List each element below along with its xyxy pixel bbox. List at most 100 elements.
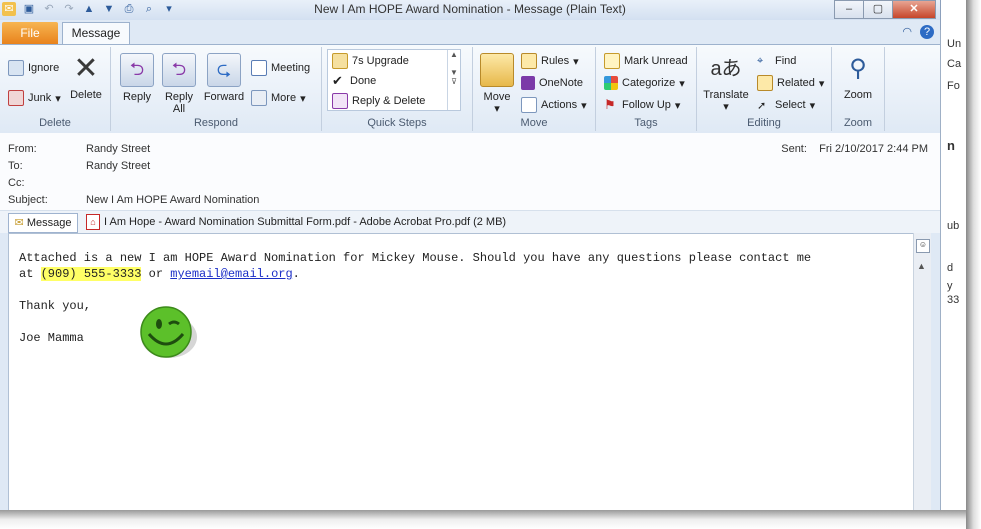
zoom-button[interactable]: ⚲ Zoom bbox=[838, 53, 878, 101]
reply-all-button[interactable]: ⮌ Reply All bbox=[161, 53, 197, 115]
binoculars-icon: ⌖ bbox=[757, 54, 764, 67]
ribbon-tabs: File Message ◠ ? bbox=[0, 20, 940, 45]
winking-smiley-icon bbox=[140, 306, 197, 358]
select-label: Select bbox=[775, 99, 806, 111]
move-button[interactable]: Move ▾ bbox=[479, 53, 515, 115]
reply-button[interactable]: ⮌ Reply bbox=[119, 53, 155, 103]
background-text: Un bbox=[947, 38, 962, 50]
background-text: n bbox=[947, 138, 955, 153]
message-tab-label: Message bbox=[26, 217, 72, 229]
junk-label: Junk bbox=[28, 92, 52, 104]
background-text: Ca bbox=[947, 58, 962, 70]
help-icon[interactable]: ? bbox=[920, 25, 934, 39]
editing-group-label: Editing bbox=[747, 117, 781, 129]
vertical-scrollbar[interactable]: ☺ ▲ bbox=[913, 233, 931, 510]
chevron-down-icon: ▾ bbox=[818, 77, 825, 90]
scroll-up-icon[interactable]: ▲ bbox=[917, 261, 926, 271]
forward-button[interactable]: ⮎ Forward bbox=[201, 53, 247, 103]
chevron-down-icon: ▾ bbox=[674, 99, 681, 112]
reply-icon: ⮌ bbox=[120, 53, 154, 87]
cursor-icon: ➚ bbox=[757, 99, 767, 112]
meeting-button[interactable]: Meeting bbox=[251, 59, 310, 77]
select-button[interactable]: ➚ Select ▾ bbox=[757, 96, 815, 114]
rules-label: Rules bbox=[541, 55, 570, 67]
rules-button[interactable]: Rules ▾ bbox=[521, 52, 579, 70]
respond-group-label: Respond bbox=[193, 117, 239, 129]
reply-all-label-1: Reply bbox=[164, 91, 194, 103]
body-period: . bbox=[292, 267, 300, 281]
delete-button[interactable]: ✕ Delete bbox=[66, 53, 106, 102]
minimize-ribbon-icon[interactable]: ◠ bbox=[902, 25, 912, 39]
people-pane-icon[interactable]: ☺ bbox=[916, 239, 930, 253]
reply-all-label-2: All bbox=[172, 103, 186, 115]
chevron-down-icon: ▾ bbox=[679, 77, 685, 90]
chevron-down-icon: ▾ bbox=[723, 101, 729, 113]
delete-group: Ignore Junk ▾ ✕ Delete Delete bbox=[0, 47, 111, 131]
quick-steps-scroll[interactable]: ▲ ▼ ⊽ bbox=[447, 50, 460, 110]
follow-up-button[interactable]: ⚑ Follow Up ▾ bbox=[604, 96, 680, 114]
pdf-attachment[interactable]: ⌂ I Am Hope - Award Nomination Submittal… bbox=[86, 214, 506, 230]
ignore-button[interactable]: Ignore bbox=[8, 59, 59, 77]
from-value[interactable]: Randy Street bbox=[86, 143, 150, 155]
related-label: Related bbox=[777, 77, 815, 89]
chevron-down-icon: ▾ bbox=[581, 99, 587, 112]
actions-label: Actions bbox=[541, 99, 578, 111]
move-group: Move ▾ Rules ▾ OneNote Actions ▾ Move bbox=[473, 47, 596, 131]
junk-button[interactable]: Junk ▾ bbox=[8, 89, 61, 107]
more-button[interactable]: More ▾ bbox=[251, 89, 306, 107]
tags-group-label: Tags bbox=[634, 117, 658, 129]
chevron-down-icon: ▾ bbox=[573, 55, 579, 68]
window-shadow-bottom bbox=[0, 510, 966, 529]
more-label: More bbox=[271, 92, 297, 104]
body-line-2: at (909) 555-3333 or myemail@email.org. bbox=[19, 266, 904, 282]
translate-button[interactable]: aあ Translate ▾ bbox=[701, 53, 751, 113]
find-button[interactable]: ⌖ Find bbox=[757, 52, 796, 70]
zoom-label: Zoom bbox=[843, 89, 873, 101]
chevron-down-icon: ▾ bbox=[55, 92, 61, 105]
move-group-label: Move bbox=[520, 117, 548, 129]
body-at: at bbox=[19, 267, 41, 281]
onenote-button[interactable]: OneNote bbox=[521, 74, 583, 92]
tab-file[interactable]: File bbox=[2, 22, 58, 44]
envelope-icon: ✉ bbox=[14, 217, 24, 229]
chevron-down-icon: ▾ bbox=[809, 99, 816, 112]
background-text: Fo bbox=[947, 80, 960, 92]
email-link[interactable]: myemail@email.org bbox=[170, 267, 292, 281]
background-text: 33 bbox=[947, 294, 960, 306]
related-button[interactable]: Related ▾ bbox=[757, 74, 824, 92]
actions-button[interactable]: Actions ▾ bbox=[521, 96, 587, 114]
window-title: New I Am HOPE Award Nomination - Message… bbox=[314, 2, 626, 16]
actions-icon bbox=[521, 97, 537, 113]
maximize-button[interactable]: ▢ bbox=[863, 0, 893, 19]
subject-label: Subject: bbox=[8, 194, 48, 206]
categorize-button[interactable]: Categorize ▾ bbox=[604, 74, 685, 92]
minimize-button[interactable]: ‒ bbox=[834, 0, 864, 19]
attachment-bar: ✉ Message ⌂ I Am Hope - Award Nomination… bbox=[0, 210, 940, 233]
reply-label: Reply bbox=[122, 91, 152, 103]
chevron-down-icon: ▾ bbox=[300, 92, 306, 105]
tags-group: Mark Unread Categorize ▾ ⚑ Follow Up ▾ Tag… bbox=[596, 47, 697, 131]
rules-icon bbox=[521, 53, 537, 69]
quick-step-reply-delete[interactable]: Reply & Delete bbox=[332, 92, 425, 110]
close-button[interactable]: ✕ bbox=[892, 0, 936, 19]
body-line-1: Attached is a new I am HOPE Award Nomina… bbox=[19, 251, 812, 265]
envelope-icon bbox=[604, 53, 620, 69]
phone-number[interactable]: (909) 555-3333 bbox=[40, 267, 142, 281]
quick-step-7s-upgrade[interactable]: 7s Upgrade bbox=[332, 52, 409, 70]
quick-steps-group: 7s Upgrade ✔ Done Reply & Delete ▲ ▼ ⊽ Qui… bbox=[322, 47, 473, 131]
ribbon-controls: ◠ ? bbox=[902, 25, 934, 39]
message-attachment-tab[interactable]: ✉ Message bbox=[8, 213, 78, 233]
message-body[interactable]: Attached is a new I am HOPE Award Nomina… bbox=[8, 233, 914, 510]
to-value[interactable]: Randy Street bbox=[86, 160, 150, 172]
onenote-icon bbox=[521, 76, 535, 90]
more-icon bbox=[251, 90, 267, 106]
tab-message[interactable]: Message bbox=[62, 22, 130, 45]
magnifier-icon: ⚲ bbox=[849, 55, 867, 82]
upgrade-icon bbox=[332, 53, 348, 69]
respond-group: ⮌ Reply ⮌ Reply All ⮎ Forward Meeting Mo… bbox=[111, 47, 322, 131]
quick-step-done[interactable]: ✔ Done bbox=[332, 72, 376, 90]
message-window: ✉ ▣ ↶ ↷ ▲ ▼ ⎙ ⌕ ▾ New I Am HOPE Award No… bbox=[0, 0, 941, 510]
mark-unread-button[interactable]: Mark Unread bbox=[604, 52, 688, 70]
sent-info: Sent: Fri 2/10/2017 2:44 PM bbox=[781, 143, 928, 155]
folder-icon bbox=[480, 53, 514, 87]
